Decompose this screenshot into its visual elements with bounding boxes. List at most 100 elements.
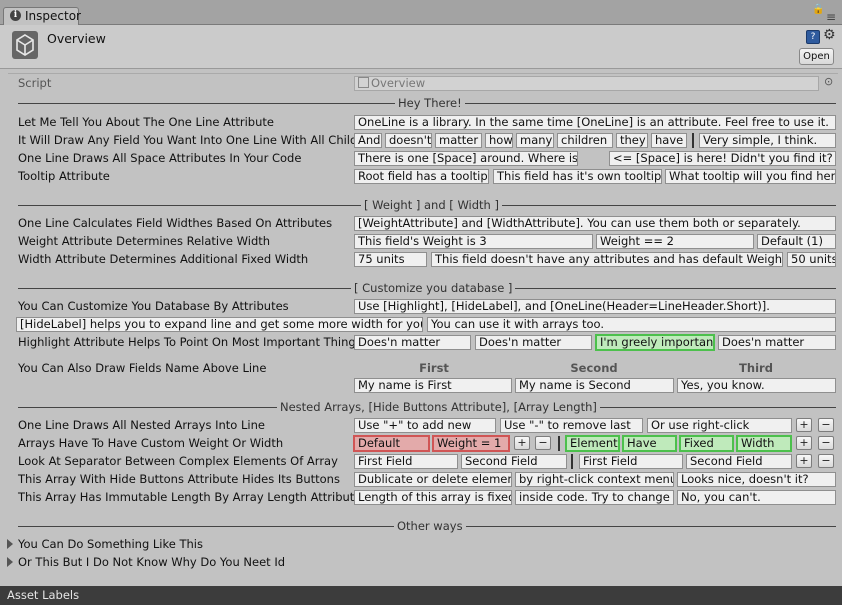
add-element-button[interactable]: + xyxy=(796,454,812,468)
text-field[interactable]: Default (1) xyxy=(757,234,836,249)
info-icon: i xyxy=(10,10,21,21)
text-field[interactable]: many xyxy=(516,133,554,148)
highlighted-field[interactable]: Fixed xyxy=(679,435,734,452)
row-label: One Line Draws All Space Attributes In Y… xyxy=(18,151,302,165)
section-title-other: Other ways xyxy=(394,519,466,533)
text-field[interactable]: Second Field xyxy=(686,454,792,469)
inspector-tab[interactable]: i Inspector xyxy=(3,7,81,25)
text-field[interactable]: And xyxy=(354,133,382,148)
foldout-label[interactable]: You Can Do Something Like This xyxy=(18,537,203,551)
row-label: This Array With Hide Buttons Attribute H… xyxy=(18,472,340,486)
foldout-label[interactable]: Or This But I Do Not Know Why Do You Nee… xyxy=(18,555,285,569)
row-label: Weight Attribute Determines Relative Wid… xyxy=(18,234,271,248)
text-field[interactable]: how xyxy=(485,133,513,148)
remove-element-button[interactable]: − xyxy=(818,454,834,468)
open-button[interactable]: Open xyxy=(799,48,834,65)
text-field[interactable]: Dublicate or delete elements xyxy=(354,472,512,487)
text-field[interactable]: 75 units xyxy=(354,252,427,267)
text-field[interactable]: Use [Highlight], [HideLabel], and [OneLi… xyxy=(354,299,836,314)
section-title-customize: [ Customize you database ] xyxy=(351,281,516,295)
row-label: Tooltip Attribute xyxy=(18,169,110,183)
script-value: Overview xyxy=(371,76,426,90)
text-field[interactable]: Looks nice, doesn't it? xyxy=(677,472,836,487)
asset-labels-bar[interactable]: Asset Labels xyxy=(0,586,842,605)
highlighted-field[interactable]: Width xyxy=(736,435,792,452)
text-field[interactable]: by right-click context menu xyxy=(515,472,674,487)
text-field[interactable]: My name is Second xyxy=(515,378,674,393)
text-field[interactable]: This field's Weight is 3 xyxy=(354,234,593,249)
row-label: One Line Calculates Field Widthes Based … xyxy=(18,216,333,230)
add-element-button[interactable]: + xyxy=(796,436,812,450)
text-field[interactable]: There is one [Space] around. Where is it… xyxy=(354,151,578,166)
text-field[interactable]: Length of this array is fixed xyxy=(354,490,512,505)
text-field[interactable]: [HideLabel] helps you to expand line and… xyxy=(16,317,423,332)
text-field[interactable]: Second Field xyxy=(461,454,567,469)
asset-title: Overview xyxy=(47,31,106,46)
text-field[interactable]: have xyxy=(651,133,687,148)
text-field[interactable]: Root field has a tooltip. xyxy=(354,169,489,184)
highlighted-field[interactable]: I'm greely important xyxy=(595,334,715,351)
add-element-button[interactable]: + xyxy=(514,436,530,450)
text-field[interactable]: You can use it with arrays too. xyxy=(427,317,836,332)
section-title-nested: Nested Arrays, [Hide Buttons Attribute],… xyxy=(277,400,600,414)
text-field[interactable]: First Field xyxy=(579,454,683,469)
text-field[interactable]: Does'n matter xyxy=(475,335,592,350)
text-field[interactable]: Does'n matter xyxy=(718,335,836,350)
remove-element-button[interactable]: − xyxy=(818,436,834,450)
column-header-second: Second xyxy=(570,361,618,375)
text-field[interactable]: OneLine is a library. In the same time [… xyxy=(354,115,836,130)
text-field[interactable]: This field doesn't have any attributes a… xyxy=(431,252,783,267)
text-field[interactable]: 50 units xyxy=(787,252,836,267)
help-book-icon[interactable]: ? xyxy=(806,30,820,44)
text-field[interactable]: <= [Space] is here! Didn't you find it? xyxy=(609,151,836,166)
lock-icon[interactable]: 🔒 xyxy=(812,4,824,15)
text-field[interactable]: inside code. Try to change it xyxy=(515,490,674,505)
highlighted-field[interactable]: Weight = 1 xyxy=(432,435,510,452)
remove-element-button[interactable]: − xyxy=(535,436,551,450)
separator-bar xyxy=(571,454,573,469)
foldout-arrow-icon[interactable] xyxy=(7,557,13,567)
row-label: Let Me Tell You About The One Line Attri… xyxy=(18,115,274,129)
script-label: Script xyxy=(18,76,52,90)
text-field[interactable]: Very simple, I think. xyxy=(699,133,836,148)
text-field[interactable]: My name is First xyxy=(354,378,512,393)
row-label: One Line Draws All Nested Arrays Into Li… xyxy=(18,418,265,432)
text-field[interactable]: Weight == 2 xyxy=(596,234,754,249)
text-field[interactable]: Use "+" to add new xyxy=(354,418,496,433)
unity-logo-icon xyxy=(12,31,38,59)
text-field[interactable]: What tooltip will you find here? xyxy=(665,169,836,184)
text-field[interactable]: Yes, you know. xyxy=(677,378,836,393)
row-label: This Array Has Immutable Length By Array… xyxy=(18,490,362,504)
highlighted-field[interactable]: Have xyxy=(622,435,677,452)
text-field[interactable]: Or use right-click xyxy=(647,418,792,433)
text-field[interactable]: [WeightAttribute] and [WidthAttribute]. … xyxy=(354,216,836,231)
remove-element-button[interactable]: − xyxy=(818,418,834,432)
add-element-button[interactable]: + xyxy=(796,418,812,432)
text-field[interactable]: Does'n matter xyxy=(354,335,471,350)
highlighted-field[interactable]: Default xyxy=(353,435,430,452)
column-header-third: Third xyxy=(739,361,773,375)
text-field[interactable]: doesn't xyxy=(385,133,432,148)
script-icon xyxy=(358,77,369,88)
text-field[interactable]: No, you can't. xyxy=(677,490,836,505)
text-field[interactable]: First Field xyxy=(354,454,458,469)
column-header-first: First xyxy=(419,361,449,375)
section-title-weight: [ Weight ] and [ Width ] xyxy=(361,198,502,212)
object-picker-icon[interactable]: ⊙ xyxy=(824,75,833,88)
tab-menu-icon[interactable]: ≡ xyxy=(826,10,836,24)
text-field[interactable]: matter xyxy=(435,133,482,148)
separator-bar xyxy=(692,133,694,148)
section-title-hey: Hey There! xyxy=(395,96,465,110)
gear-icon[interactable]: ⚙ xyxy=(823,27,836,43)
row-label: Look At Separator Between Complex Elemen… xyxy=(18,454,338,468)
row-label: Width Attribute Determines Additional Fi… xyxy=(18,252,309,266)
text-field[interactable]: Use "-" to remove last xyxy=(500,418,643,433)
text-field[interactable]: This field has it's own tooltip. xyxy=(493,169,662,184)
asset-labels-title: Asset Labels xyxy=(7,588,80,602)
highlighted-field[interactable]: Elements xyxy=(565,435,620,452)
script-field: Overview xyxy=(354,76,819,91)
text-field[interactable]: they xyxy=(616,133,648,148)
tab-title: Inspector xyxy=(25,9,81,23)
text-field[interactable]: children xyxy=(557,133,613,148)
foldout-arrow-icon[interactable] xyxy=(7,539,13,549)
